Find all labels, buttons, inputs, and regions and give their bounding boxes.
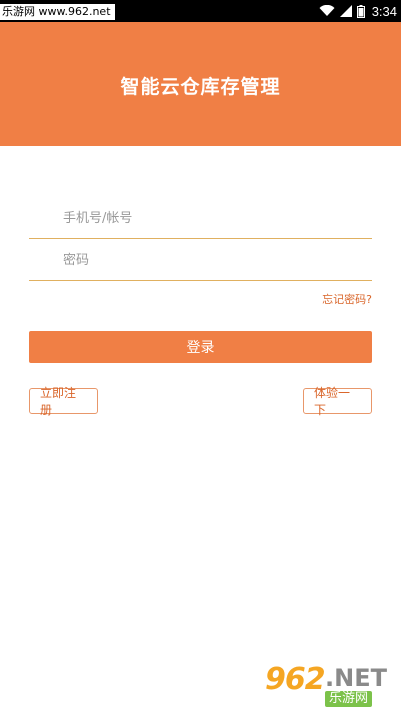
account-field[interactable] <box>29 198 372 239</box>
app-header: 智能云仓库存管理 <box>0 22 401 146</box>
watermark-number: 962 <box>265 662 326 697</box>
watermark-name: 乐游网 <box>325 691 373 707</box>
clock: 3:34 <box>371 3 397 19</box>
trial-button-label: 体验一下 <box>314 386 351 417</box>
wifi-icon <box>319 5 335 16</box>
signal-icon <box>339 5 352 17</box>
password-field[interactable] <box>29 240 372 281</box>
page-title: 智能云仓库存管理 <box>120 76 281 98</box>
watermark-net: .NET <box>325 664 387 692</box>
register-button[interactable]: 立即注册 <box>29 386 98 417</box>
battery-icon <box>356 4 365 18</box>
watermark-logo: 962 .NET 乐游网 <box>263 662 395 710</box>
login-button-label: 登录 <box>186 340 215 356</box>
register-button-label: 立即注册 <box>40 386 77 417</box>
forgot-password-link[interactable]: 忘记密码? <box>322 291 372 307</box>
password-input[interactable] <box>29 240 372 280</box>
account-input[interactable] <box>29 198 372 238</box>
login-button[interactable]: 登录 <box>29 331 372 363</box>
status-bar: 乐游网 www.962.net 3:34 <box>0 0 401 22</box>
site-watermark-tag: 乐游网 www.962.net <box>0 4 115 20</box>
trial-button[interactable]: 体验一下 <box>303 386 372 417</box>
status-icons: 3:34 <box>319 0 397 22</box>
